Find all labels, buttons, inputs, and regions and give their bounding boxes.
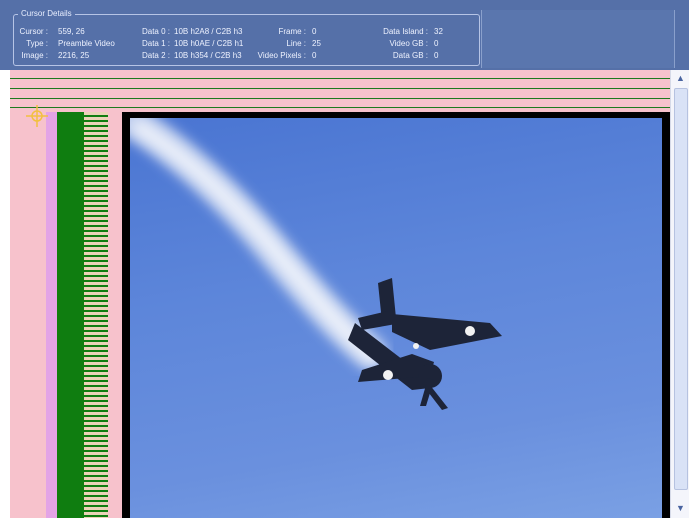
preamble-region-top <box>10 70 670 112</box>
data0-label: Data 0 : <box>141 27 170 36</box>
video-gb-label: Video GB : <box>389 39 428 48</box>
toolbar-panel <box>481 10 675 68</box>
scroll-up-arrow-icon[interactable]: ▲ <box>675 73 686 84</box>
image-value: 2216, 25 <box>58 51 90 60</box>
preamble-region-inner <box>108 112 122 518</box>
active-video-image <box>130 118 662 518</box>
guard-line <box>10 78 670 79</box>
line-value: 25 <box>312 39 321 48</box>
video-pixels-value: 0 <box>312 51 317 60</box>
data2-label: Data 2 : <box>141 51 170 60</box>
crosshair-icon <box>26 105 48 127</box>
vertical-scrollbar[interactable]: ▲ ▼ <box>670 70 689 518</box>
data-island-value: 32 <box>434 27 443 36</box>
airplane-photo <box>130 118 502 410</box>
cursor-label: Cursor : <box>19 27 48 36</box>
type-label: Type : <box>26 39 48 48</box>
data-gb-value: 0 <box>434 51 439 60</box>
data2-value: 10B h354 / C2B h3 <box>174 51 242 60</box>
guard-line <box>10 107 670 108</box>
cursor-details-bar: Cursor Details Cursor : 559, 26 Type : P… <box>0 0 689 70</box>
data-island-label: Data Island : <box>383 27 428 36</box>
guard-line <box>10 88 670 89</box>
data0-value: 10B h2A8 / C2B h3 <box>174 27 243 36</box>
video-pixels-label: Video Pixels : <box>257 51 306 60</box>
scrollbar-thumb[interactable] <box>674 88 688 490</box>
image-label: Image : <box>21 51 48 60</box>
airplane <box>348 278 502 410</box>
video-gb-value: 0 <box>434 39 439 48</box>
data1-label: Data 1 : <box>141 39 170 48</box>
frame-value: 0 <box>312 27 317 36</box>
cursor-value: 559, 26 <box>58 27 85 36</box>
panel-title: Cursor Details <box>18 9 75 19</box>
scroll-down-arrow-icon[interactable]: ▼ <box>675 503 686 514</box>
type-value: Preamble Video <box>58 39 115 48</box>
video-guard-band <box>57 112 84 518</box>
guard-line <box>10 98 670 99</box>
data1-value: 10B h0AE / C2B h1 <box>174 39 244 48</box>
data-period-stripes <box>84 112 108 518</box>
video-frame-viewport[interactable] <box>10 70 670 518</box>
frame-label: Frame : <box>278 27 306 36</box>
data-gb-label: Data GB : <box>392 51 428 60</box>
line-label: Line : <box>286 39 306 48</box>
